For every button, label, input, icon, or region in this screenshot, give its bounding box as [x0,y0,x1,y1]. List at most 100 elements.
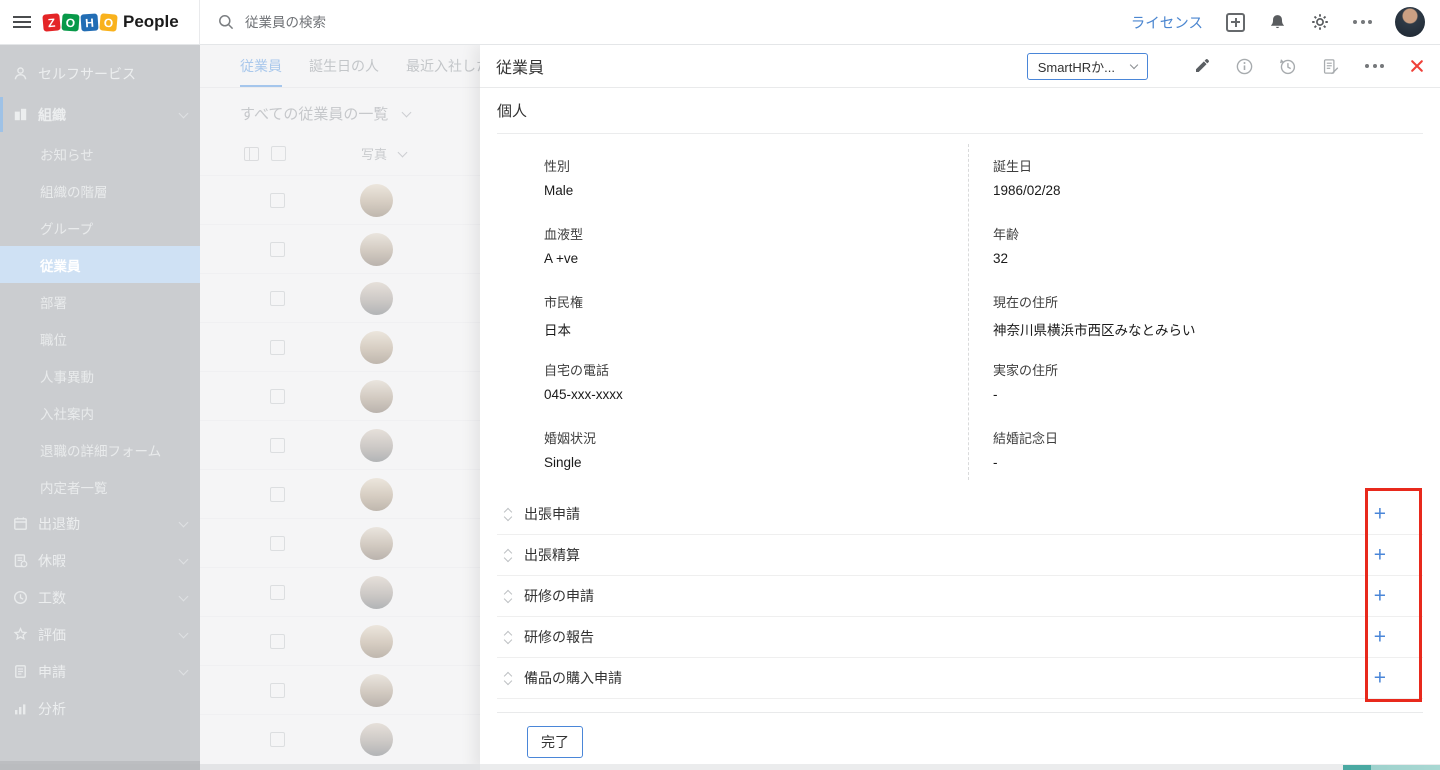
notifications-bell-icon[interactable] [1268,13,1287,32]
expand-collapse-icon[interactable] [505,509,511,520]
tab-recent-joiners[interactable]: 最近入社した人 [406,45,480,87]
section-row-travel-expense[interactable]: 出張精算 + [497,535,1423,576]
topbar-brand-area: Z O H O People [0,0,200,44]
quick-add-icon[interactable] [1226,13,1245,32]
user-avatar[interactable] [1395,7,1425,37]
row-checkbox[interactable] [270,732,285,747]
done-button[interactable]: 完了 [527,726,583,758]
sidebar-item-label: セルフサービス [38,64,136,84]
field-value: Male [544,183,960,198]
sidebar-modules: 出退勤 休暇 工数 評価 申請 分析 [0,505,200,727]
row-checkbox[interactable] [270,536,285,551]
employee-avatar[interactable] [360,674,393,707]
add-column-icon[interactable] [244,147,259,161]
template-dropdown[interactable]: SmartHRか... [1027,53,1148,80]
audit-log-icon[interactable] [1322,58,1339,75]
employee-avatar[interactable] [360,429,393,462]
employee-avatar[interactable] [360,478,393,511]
zoho-people-logo[interactable]: Z O H O People [43,12,179,32]
history-icon[interactable] [1279,58,1296,75]
edit-pencil-icon[interactable] [1194,58,1210,74]
field-label: 結婚記念日 [993,428,1423,447]
logo-product-name: People [123,12,179,32]
row-checkbox[interactable] [270,340,285,355]
panel-body: 個人 性別Male 誕生日1986/02/28 血液型A +ve 年齢32 市民… [480,88,1440,758]
sidebar-item-attendance[interactable]: 出退勤 [0,505,200,542]
row-checkbox[interactable] [270,683,285,698]
row-checkbox[interactable] [270,487,285,502]
chevron-down-icon [179,591,189,601]
info-icon[interactable] [1236,58,1253,75]
table-row [200,224,480,273]
close-icon[interactable] [1410,59,1424,73]
sidebar-item-employees[interactable]: 従業員 [0,246,200,283]
field-value: 1986/02/28 [993,183,1423,198]
logo-tile-o1: O [61,13,79,31]
expand-collapse-icon[interactable] [505,632,511,643]
expand-collapse-icon[interactable] [505,550,511,561]
row-checkbox[interactable] [270,389,285,404]
row-checkbox[interactable] [270,291,285,306]
chevron-down-icon [179,108,189,118]
select-all-checkbox[interactable] [271,146,286,161]
table-row [200,175,480,224]
employee-list-area: 従業員 誕生日の人 最近入社した人 すべての従業員の一覧 写真 [200,45,480,770]
sidebar-item-org-hierarchy[interactable]: 組織の階層 [0,172,200,209]
employee-avatar[interactable] [360,233,393,266]
table-row [200,518,480,567]
section-row-equipment-purchase[interactable]: 備品の購入申請 + [497,658,1423,699]
employee-avatar[interactable] [360,380,393,413]
row-checkbox[interactable] [270,438,285,453]
sidebar-item-hr-changes[interactable]: 人事異動 [0,357,200,394]
expand-collapse-icon[interactable] [505,591,511,602]
sidebar-item-timesheet[interactable]: 工数 [0,579,200,616]
field-label: 実家の住所 [993,360,1423,379]
employee-detail-panel: 従業員 SmartHRか... 個人 [480,45,1440,770]
row-checkbox[interactable] [270,242,285,257]
sidebar-item-groups[interactable]: グループ [0,209,200,246]
section-row-travel-request[interactable]: 出張申請 + [497,494,1423,535]
tab-birthdays[interactable]: 誕生日の人 [309,45,379,87]
settings-gear-icon[interactable] [1310,12,1330,32]
chevron-down-icon [402,107,412,117]
employee-avatar[interactable] [360,282,393,315]
table-row [200,714,480,763]
employee-avatar[interactable] [360,331,393,364]
field-home-phone: 自宅の電話045-xxx-xxxx [497,350,960,418]
sidebar-item-announcements[interactable]: お知らせ [0,135,200,172]
employee-avatar[interactable] [360,184,393,217]
sidebar-item-candidates[interactable]: 内定者一覧 [0,468,200,505]
hamburger-menu-icon[interactable] [13,16,31,28]
panel-footer: 完了 [497,712,1423,758]
sidebar-item-self-service[interactable]: セルフサービス [0,53,200,94]
panel-more-options-icon[interactable] [1365,64,1384,68]
field-age: 年齢32 [960,214,1423,282]
view-selector[interactable]: すべての従業員の一覧 [200,88,480,124]
expand-collapse-icon[interactable] [505,673,511,684]
sidebar-item-label: 評価 [38,625,66,645]
sidebar-item-leave[interactable]: 休暇 [0,542,200,579]
sidebar-item-requests[interactable]: 申請 [0,653,200,690]
search-input[interactable] [245,15,665,30]
sidebar-item-organization[interactable]: 組織 [0,94,200,135]
row-checkbox[interactable] [270,193,285,208]
employee-avatar[interactable] [360,723,393,756]
sidebar-item-performance[interactable]: 評価 [0,616,200,653]
employee-avatar[interactable] [360,625,393,658]
employee-avatar[interactable] [360,576,393,609]
employee-avatar[interactable] [360,527,393,560]
section-row-training-request[interactable]: 研修の申請 + [497,576,1423,617]
more-options-icon[interactable] [1353,20,1372,24]
row-checkbox[interactable] [270,634,285,649]
sidebar-item-departments[interactable]: 部署 [0,283,200,320]
sidebar-item-analytics[interactable]: 分析 [0,690,200,727]
license-link[interactable]: ライセンス [1131,12,1203,33]
section-title: 出張申請 [524,504,580,524]
sidebar-item-designations[interactable]: 職位 [0,320,200,357]
row-checkbox[interactable] [270,585,285,600]
sidebar-item-onboarding[interactable]: 入社案内 [0,394,200,431]
photo-column-header[interactable]: 写真 [361,144,387,163]
section-row-training-report[interactable]: 研修の報告 + [497,617,1423,658]
sidebar-item-exit-details-form[interactable]: 退職の詳細フォーム [0,431,200,468]
tab-employees[interactable]: 従業員 [240,45,282,87]
